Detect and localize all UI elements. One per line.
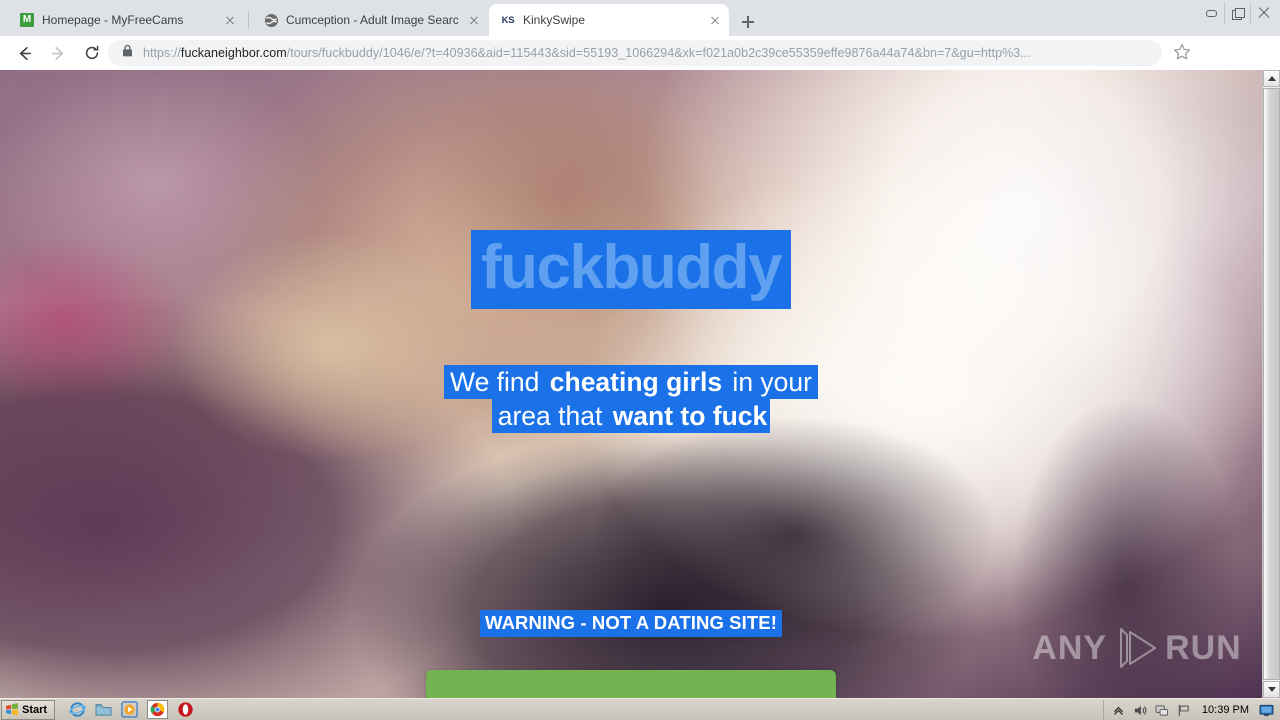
- tab-close-icon[interactable]: [466, 12, 482, 28]
- watermark-run-text: RUN: [1165, 628, 1242, 667]
- page-scrollbar[interactable]: [1262, 70, 1280, 698]
- site-logo-wrap: fuckbuddy: [0, 230, 1262, 310]
- tab-title: KinkySwipe: [523, 13, 586, 27]
- url-path: /tours/fuckbuddy/1046/e/?t=40936&aid=115…: [286, 46, 1031, 60]
- start-button[interactable]: Start: [1, 699, 56, 720]
- folder-icon[interactable]: [95, 701, 112, 718]
- url-domain: fuckaneighbor.com: [180, 46, 287, 60]
- subheading-text-b: in your: [722, 365, 815, 399]
- restore-button[interactable]: [1224, 2, 1250, 24]
- lock-icon: [122, 44, 134, 62]
- reload-button[interactable]: [77, 38, 107, 68]
- globe-icon: [263, 12, 279, 28]
- scroll-down-arrow-icon: [1267, 687, 1276, 692]
- subheading-bold-b: want to fuck: [612, 400, 768, 431]
- anyrun-play-logo-icon: [1111, 625, 1161, 671]
- tab-cumception[interactable]: Cumception - Adult Image Search En: [252, 4, 488, 36]
- ks-letters-icon: KS: [501, 14, 515, 26]
- page-viewport: fuckbuddy We find cheating girls in your…: [0, 70, 1280, 698]
- subheading-line-2: area that want to fuck: [0, 398, 1262, 434]
- browser-window: M Homepage - MyFreeCams Cumception - Adu…: [0, 0, 1280, 698]
- system-tray: 10:39 PM: [1102, 700, 1278, 720]
- opera-icon[interactable]: [177, 701, 194, 718]
- scroll-up-button[interactable]: [1263, 70, 1280, 87]
- browser-toolbar: https://fuckaneighbor.com/tours/fuckbudd…: [0, 36, 1280, 101]
- anyrun-watermark: ANY RUN: [1012, 616, 1262, 680]
- tab-kinkyswipe[interactable]: KS KinkySwipe: [489, 4, 729, 36]
- media-player-icon[interactable]: [121, 701, 138, 718]
- reload-icon: [85, 45, 99, 60]
- subheading-wrap: We find cheating girls in your area that…: [0, 365, 1262, 434]
- window-controls: [1198, 2, 1276, 24]
- forward-arrow-icon: [51, 46, 63, 60]
- forward-button[interactable]: [43, 38, 73, 68]
- network-icon[interactable]: [1155, 703, 1170, 717]
- taskbar-clock[interactable]: 10:39 PM: [1202, 704, 1249, 716]
- warning-text: WARNING - NOT A DATING SITE!: [480, 610, 782, 637]
- new-tab-button[interactable]: [734, 8, 762, 36]
- restore-icon: [1232, 7, 1245, 20]
- continue-button[interactable]: Continue If You Want To Fuck ❯: [426, 670, 836, 698]
- site-logo: fuckbuddy: [471, 230, 791, 310]
- tab-close-icon[interactable]: [222, 12, 238, 28]
- url-text: https://fuckaneighbor.com/tours/fuckbudd…: [143, 46, 1031, 60]
- tab-strip: M Homepage - MyFreeCams Cumception - Adu…: [0, 0, 1280, 36]
- minimize-icon: [1205, 9, 1217, 17]
- tab-close-icon[interactable]: [707, 12, 723, 28]
- start-button-label: Start: [22, 703, 48, 716]
- url-scheme: https://: [143, 46, 181, 60]
- tab-title: Cumception - Adult Image Search En: [286, 13, 459, 27]
- watermark-any-text: ANY: [1032, 628, 1108, 667]
- chrome-icon[interactable]: [147, 700, 169, 719]
- monitor-icon[interactable]: [1259, 703, 1274, 717]
- windows-flag-icon: [5, 703, 19, 716]
- flag-icon[interactable]: [1177, 703, 1192, 717]
- star-icon: [1173, 43, 1191, 60]
- close-icon: [1258, 7, 1270, 19]
- close-button[interactable]: [1250, 2, 1276, 24]
- tab-title: Homepage - MyFreeCams: [42, 13, 184, 27]
- windows-taskbar: Start 10:39 PM: [0, 698, 1280, 720]
- bookmark-button[interactable]: [1172, 42, 1194, 64]
- letter-m-green-icon: M: [19, 12, 35, 28]
- show-hidden-icons-icon[interactable]: [1111, 703, 1126, 717]
- subheading-text-a: We find: [447, 365, 550, 399]
- tab-separator: [248, 11, 249, 29]
- back-arrow-icon: [19, 46, 31, 60]
- internet-explorer-icon[interactable]: [69, 701, 87, 718]
- volume-icon[interactable]: [1133, 703, 1148, 717]
- page-content: fuckbuddy We find cheating girls in your…: [0, 70, 1262, 698]
- subheading-text-c: area that: [494, 398, 613, 433]
- back-button[interactable]: [9, 38, 39, 68]
- minimize-button[interactable]: [1198, 2, 1224, 24]
- subheading-line-1: We find cheating girls in your: [0, 365, 1262, 400]
- tab-myfreecams[interactable]: M Homepage - MyFreeCams: [8, 4, 244, 36]
- scroll-up-arrow-icon: [1267, 76, 1276, 81]
- scroll-down-button[interactable]: [1263, 681, 1280, 698]
- subheading-bold-a: cheating girls: [549, 367, 723, 397]
- address-bar[interactable]: https://fuckaneighbor.com/tours/fuckbudd…: [108, 40, 1162, 66]
- quick-launch-bar: [69, 700, 194, 719]
- scrollbar-thumb[interactable]: [1263, 88, 1280, 680]
